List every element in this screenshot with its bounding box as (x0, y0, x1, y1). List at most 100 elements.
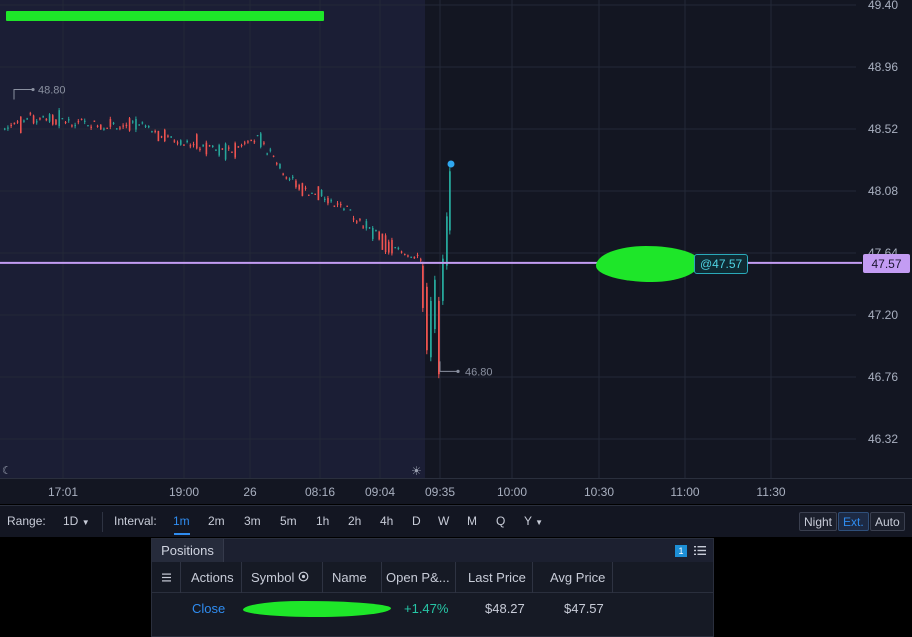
candle (100, 124, 102, 130)
high-price-label: 48.80 (38, 85, 66, 97)
list-view-icon[interactable] (694, 545, 706, 556)
candle (42, 116, 44, 118)
candle (61, 118, 64, 120)
columns-menu-icon[interactable] (162, 573, 171, 582)
candle (434, 279, 436, 330)
interval-label: Interval: (114, 514, 157, 528)
order-price-tag[interactable]: @47.57 (694, 254, 749, 274)
interval-1m[interactable]: 1m (173, 514, 190, 528)
candle (26, 118, 28, 120)
current-price-badge: 47.57 (863, 254, 910, 273)
interval-q[interactable]: Q (496, 514, 505, 528)
interval-2h[interactable]: 2h (348, 514, 361, 528)
interval-y-selector[interactable]: Y ▼ (524, 514, 543, 528)
candle (256, 134, 259, 137)
candle (430, 300, 432, 358)
column-divider (455, 562, 456, 593)
candle (29, 113, 32, 115)
time-tick: 17:01 (47, 485, 79, 499)
candle (221, 148, 224, 150)
candle (314, 193, 316, 195)
candle (199, 148, 201, 150)
price-tick: 49.40 (868, 0, 898, 12)
candle (269, 149, 272, 151)
sun-icon: ☀ (411, 464, 422, 478)
time-tick: 19:00 (168, 485, 200, 499)
candle (384, 235, 387, 253)
candle (77, 121, 80, 123)
column-last-price[interactable]: Last Price (468, 570, 526, 585)
settings-icon[interactable] (298, 571, 309, 582)
candle (263, 142, 265, 144)
candle (93, 120, 96, 122)
column-divider (241, 562, 242, 593)
candle (164, 129, 166, 142)
interval-w[interactable]: W (438, 514, 449, 528)
candle (295, 180, 297, 188)
candle (442, 258, 444, 301)
candle (125, 124, 128, 127)
interval-1h[interactable]: 1h (316, 514, 329, 528)
price-chart[interactable]: 49.40 48.96 48.52 48.08 47.64 47.20 46.76 46.32… (0, 0, 912, 478)
column-divider (612, 562, 613, 593)
candle (154, 130, 156, 133)
positions-count-badge: 1 (675, 545, 687, 557)
candle (189, 145, 192, 147)
candle (330, 200, 332, 202)
tab-positions[interactable]: Positions (152, 539, 224, 562)
candle (119, 127, 121, 129)
candle (144, 125, 147, 127)
candle (285, 177, 288, 179)
candle (170, 136, 172, 138)
candle (324, 198, 326, 201)
column-name[interactable]: Name (332, 570, 367, 585)
interval-4h[interactable]: 4h (380, 514, 393, 528)
candle (87, 125, 89, 127)
interval-3m[interactable]: 3m (244, 514, 261, 528)
column-symbol[interactable]: Symbol (251, 570, 294, 585)
candle (218, 145, 220, 156)
session-night-button[interactable]: Night (799, 512, 838, 531)
candle (304, 187, 307, 189)
candle (301, 183, 304, 196)
candle (16, 121, 19, 123)
candle (74, 124, 76, 127)
candle (333, 205, 336, 207)
session-auto-button[interactable]: Auto (870, 512, 905, 531)
candle (183, 144, 185, 146)
candle (23, 120, 25, 122)
interval-5m[interactable]: 5m (280, 514, 297, 528)
high-marker-dot (31, 87, 35, 92)
positions-header: Positions 1 (152, 539, 713, 562)
candle (71, 125, 73, 127)
close-position-link[interactable]: Close (192, 601, 225, 616)
candle (422, 265, 424, 308)
candle (260, 133, 262, 147)
session-ext-button[interactable]: Ext. (838, 512, 869, 531)
interval-m[interactable]: M (467, 514, 477, 528)
candle (103, 128, 105, 130)
column-actions[interactable]: Actions (191, 570, 234, 585)
time-tick: 10:00 (496, 485, 528, 499)
candle (288, 178, 291, 180)
chart-canvas[interactable]: 49.4048.9648.5248.0847.6447.2046.7646.32… (0, 0, 912, 478)
candle (173, 140, 176, 142)
candle (13, 122, 16, 125)
candle (276, 163, 278, 165)
candle (272, 155, 275, 157)
candle (45, 119, 48, 121)
candle (346, 205, 348, 207)
column-divider (381, 562, 382, 593)
price-tick: 48.08 (868, 184, 898, 198)
column-open-pnl[interactable]: Open P&... (386, 570, 450, 585)
candle (112, 122, 115, 124)
candle (196, 134, 198, 149)
range-selector[interactable]: 1D ▼ (63, 514, 90, 528)
candle (7, 127, 9, 129)
column-avg-price[interactable]: Avg Price (550, 570, 605, 585)
last-price-dot (447, 160, 455, 168)
interval-d[interactable]: D (412, 514, 421, 528)
candle (359, 219, 361, 221)
candle (20, 116, 22, 134)
interval-2m[interactable]: 2m (208, 514, 225, 528)
